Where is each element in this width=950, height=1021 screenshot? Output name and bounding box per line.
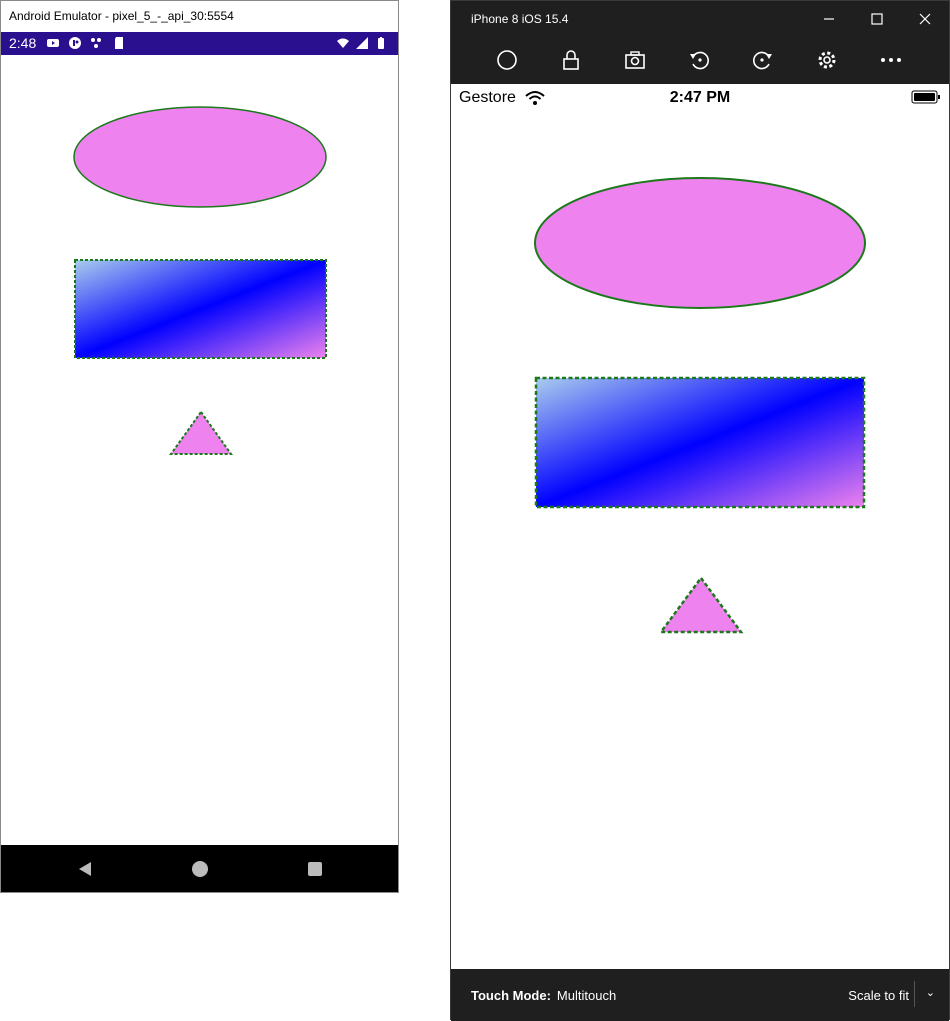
app-notification-icon (69, 37, 81, 49)
ios-status-time: 2:47 PM (669, 89, 731, 106)
network-dots-icon (91, 38, 101, 48)
android-window-title: Android Emulator - pixel_5_-_api_30:5554 (1, 1, 398, 32)
chevron-down-icon[interactable]: ⌄ (926, 986, 935, 999)
close-icon (919, 13, 931, 25)
recents-icon[interactable] (306, 860, 324, 878)
home-icon[interactable] (191, 860, 209, 878)
sd-card-icon (115, 37, 123, 49)
home-button-icon[interactable] (495, 48, 519, 72)
cell-signal-icon (356, 37, 368, 49)
more-options-icon[interactable] (879, 48, 903, 72)
lock-icon[interactable] (559, 48, 583, 72)
minimize-icon (824, 18, 834, 20)
ios-gradient-rectangle (534, 376, 866, 509)
android-gradient-rectangle (74, 259, 327, 359)
ios-battery-icon (911, 90, 940, 104)
android-status-bar: 2:48 (1, 32, 398, 55)
minimize-button[interactable] (805, 1, 853, 37)
ios-triangle (658, 575, 744, 634)
ios-shapes-canvas (534, 177, 866, 634)
bottom-bar-divider (914, 981, 915, 1007)
scale-to-fit-dropdown[interactable]: Scale to fit (848, 988, 909, 1003)
android-emulator-window: Android Emulator - pixel_5_-_api_30:5554… (0, 0, 399, 893)
maximize-icon (871, 13, 883, 25)
simulator-toolbar (451, 37, 949, 84)
wifi-icon (337, 38, 349, 48)
touch-mode-label: Touch Mode: (471, 988, 551, 1003)
simulator-bottom-bar: Touch Mode: Multitouch Scale to fit ⌄ (451, 969, 949, 1021)
touch-mode[interactable]: Touch Mode: Multitouch (471, 988, 616, 1003)
touch-mode-value: Multitouch (556, 988, 617, 1003)
back-icon[interactable] (76, 860, 94, 878)
ios-ellipse (534, 177, 866, 309)
rotate-right-icon[interactable] (751, 48, 775, 72)
ios-simulator-window: iPhone 8 iOS 15.4 Gestore 2:47 PM Touch … (450, 0, 950, 1021)
android-nav-bar (1, 845, 398, 892)
close-button[interactable] (901, 1, 949, 37)
ios-app-screen (451, 112, 949, 969)
android-shapes-canvas (73, 106, 327, 455)
battery-icon (378, 37, 384, 49)
android-status-time: 2:48 (9, 35, 37, 51)
camera-icon[interactable] (623, 48, 647, 72)
youtube-icon (47, 39, 59, 47)
android-app-screen (1, 55, 398, 845)
maximize-button[interactable] (853, 1, 901, 37)
android-triangle (169, 410, 233, 455)
ios-status-bar: Gestore 2:47 PM (451, 84, 949, 112)
android-ellipse (73, 106, 327, 208)
rotate-left-icon[interactable] (687, 48, 711, 72)
gear-icon[interactable] (815, 48, 839, 72)
